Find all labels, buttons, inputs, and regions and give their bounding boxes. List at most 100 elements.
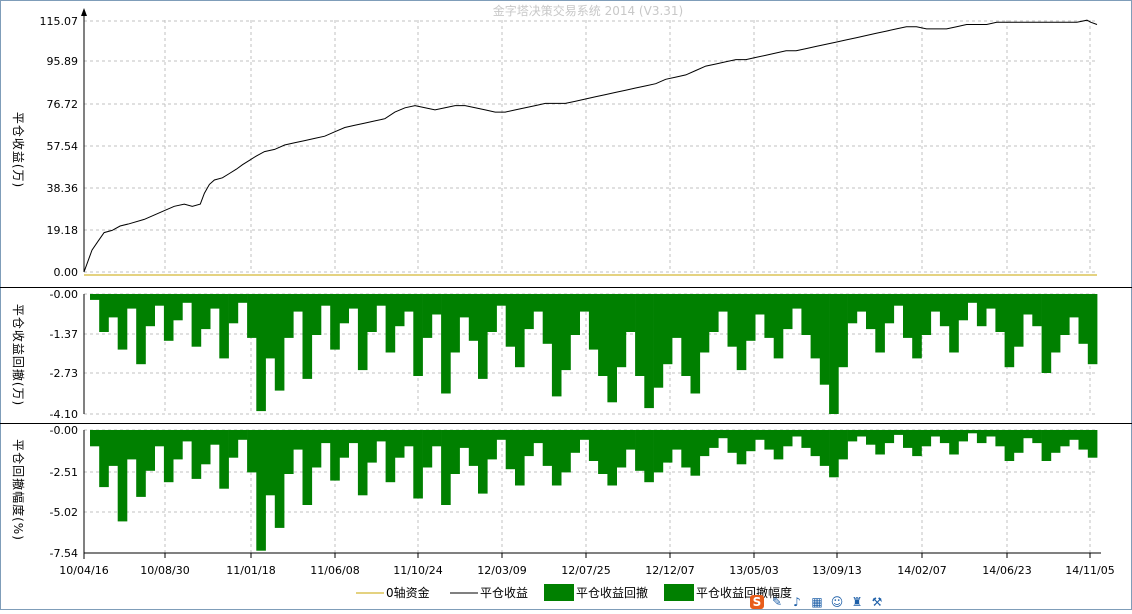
drawdown-bar [1013,294,1024,347]
drawdown-bar [348,294,359,309]
drawdown-bar [884,294,895,324]
pen-icon[interactable]: ✎ [770,595,784,609]
drawdown-bar [515,294,525,368]
drawdown-bar [551,294,562,397]
mic-icon[interactable]: ♪ [790,595,804,609]
x-tick-label: 11/06/08 [310,564,359,577]
drawdown-bar [311,294,322,335]
x-tick-label: 14/06/23 [982,564,1031,577]
drawdown-bar [727,430,738,453]
wrench-icon[interactable]: ⚒ [870,595,884,609]
x-tick-label: 10/04/16 [59,564,108,577]
drawdown-bar [884,430,895,444]
drawdown-bar [709,294,719,332]
drawdown-bar [773,294,784,359]
y-tick-label: -5.02 [50,506,78,519]
drawdown-bar [662,294,673,365]
legend-swatch [664,584,694,601]
drawdown-bar [995,294,1005,332]
sogou-s-icon[interactable]: S [750,595,764,609]
drawdown-pct-panel: -0.00 -2.51 -5.02 -7.54 平仓回撤幅度(%) [11,424,1098,560]
legend-label: 平仓收益 [480,586,528,600]
drawdown-bar [163,294,174,341]
legend-label: 0轴资金 [386,585,430,600]
drawdown-bar [718,430,728,439]
drawdown-bar [302,430,313,505]
drawdown-bar [274,294,285,391]
drawdown-bar [598,430,608,474]
drawdown-bar [644,294,654,409]
drawdown-bar [524,294,534,330]
drawdown-bar [219,430,229,489]
drawdown-bar [274,430,285,528]
y-tick-label: 76.72 [47,98,79,111]
drawdown-bar [625,294,636,332]
drawdown-bar [709,430,719,448]
drawdown-bar [570,430,580,453]
drawdown-bar [487,430,497,460]
drawdown-bar [1087,294,1098,365]
legend-label: 平仓收益回撤 [576,585,648,600]
drawdown-bar [1004,430,1015,461]
drawdown-bar [607,294,617,403]
y-tick-label: -4.10 [50,408,78,421]
y-tick-label: -1.37 [50,328,78,341]
drawdown-bar [893,430,904,435]
y-axis-label: 平仓收益回撤(万) [11,304,26,406]
drawdown-bar [930,430,941,437]
drawdown-bar [468,294,479,341]
drawdown-bar [367,294,377,332]
drawdown-bar [117,430,128,522]
drawdown-bar [1041,294,1052,373]
drawdown-bar [690,294,701,394]
drawdown-bar [699,430,710,457]
drawdown-bar [505,430,516,470]
drawdown-bar [90,430,100,447]
drawdown-bar [404,294,414,312]
drawdown-bar [718,294,728,312]
shirt-icon[interactable]: ♜ [850,595,864,609]
drawdown-bar [986,430,996,437]
drawdown-bar [108,430,119,466]
drawdown-bar [570,294,580,335]
drawdown-bar [635,294,645,376]
drawdown-bar [644,430,654,483]
drawdown-bar [505,294,516,347]
drawdown-bar [579,294,590,312]
drawdown-bar [588,430,599,461]
x-tick-label: 10/08/30 [140,564,189,577]
drawdown-bar [339,430,349,458]
drawdown-bar [357,430,368,496]
drawdown-bar [847,294,858,324]
drawdown-bar [986,294,996,309]
drawdown-bar [145,294,155,327]
drawdown-bar [284,294,294,338]
ime-toolbar[interactable]: S ✎ ♪ ▦ ☺ ♜ ⚒ [750,594,884,610]
drawdown-bar [265,430,276,496]
drawdown-bar [588,294,599,350]
drawdown-bar [210,294,220,309]
drawdown-bar [256,430,266,551]
drawdown-bar [875,430,885,455]
drawdown-bar [459,430,470,448]
drawdown-bar [191,294,202,347]
drawdown-bar [348,430,359,444]
keyboard-icon[interactable]: ▦ [810,595,824,609]
drawdown-bar [330,294,340,350]
drawdown-bar [579,430,590,440]
user-icon[interactable]: ☺ [830,595,844,609]
drawdown-bar [653,294,664,388]
drawdown-bar [200,294,211,330]
drawdown-bar [792,294,802,309]
drawdown-bar [542,430,553,466]
drawdown-bar [228,294,239,324]
drawdown-bar [736,294,747,371]
drawdown-bar [903,430,913,448]
y-tick-label: -2.51 [50,466,78,479]
chart-svg: 金字塔决策交易系统 2014 (V3.31) 115.07 95.89 76.72 5… [0,0,1132,610]
drawdown-bar [736,430,747,465]
y-tick-label: 95.89 [47,55,79,68]
y-tick-label: -2.73 [50,367,78,380]
x-tick-label: 14/11/05 [1065,564,1114,577]
drawdown-bar [690,430,701,476]
